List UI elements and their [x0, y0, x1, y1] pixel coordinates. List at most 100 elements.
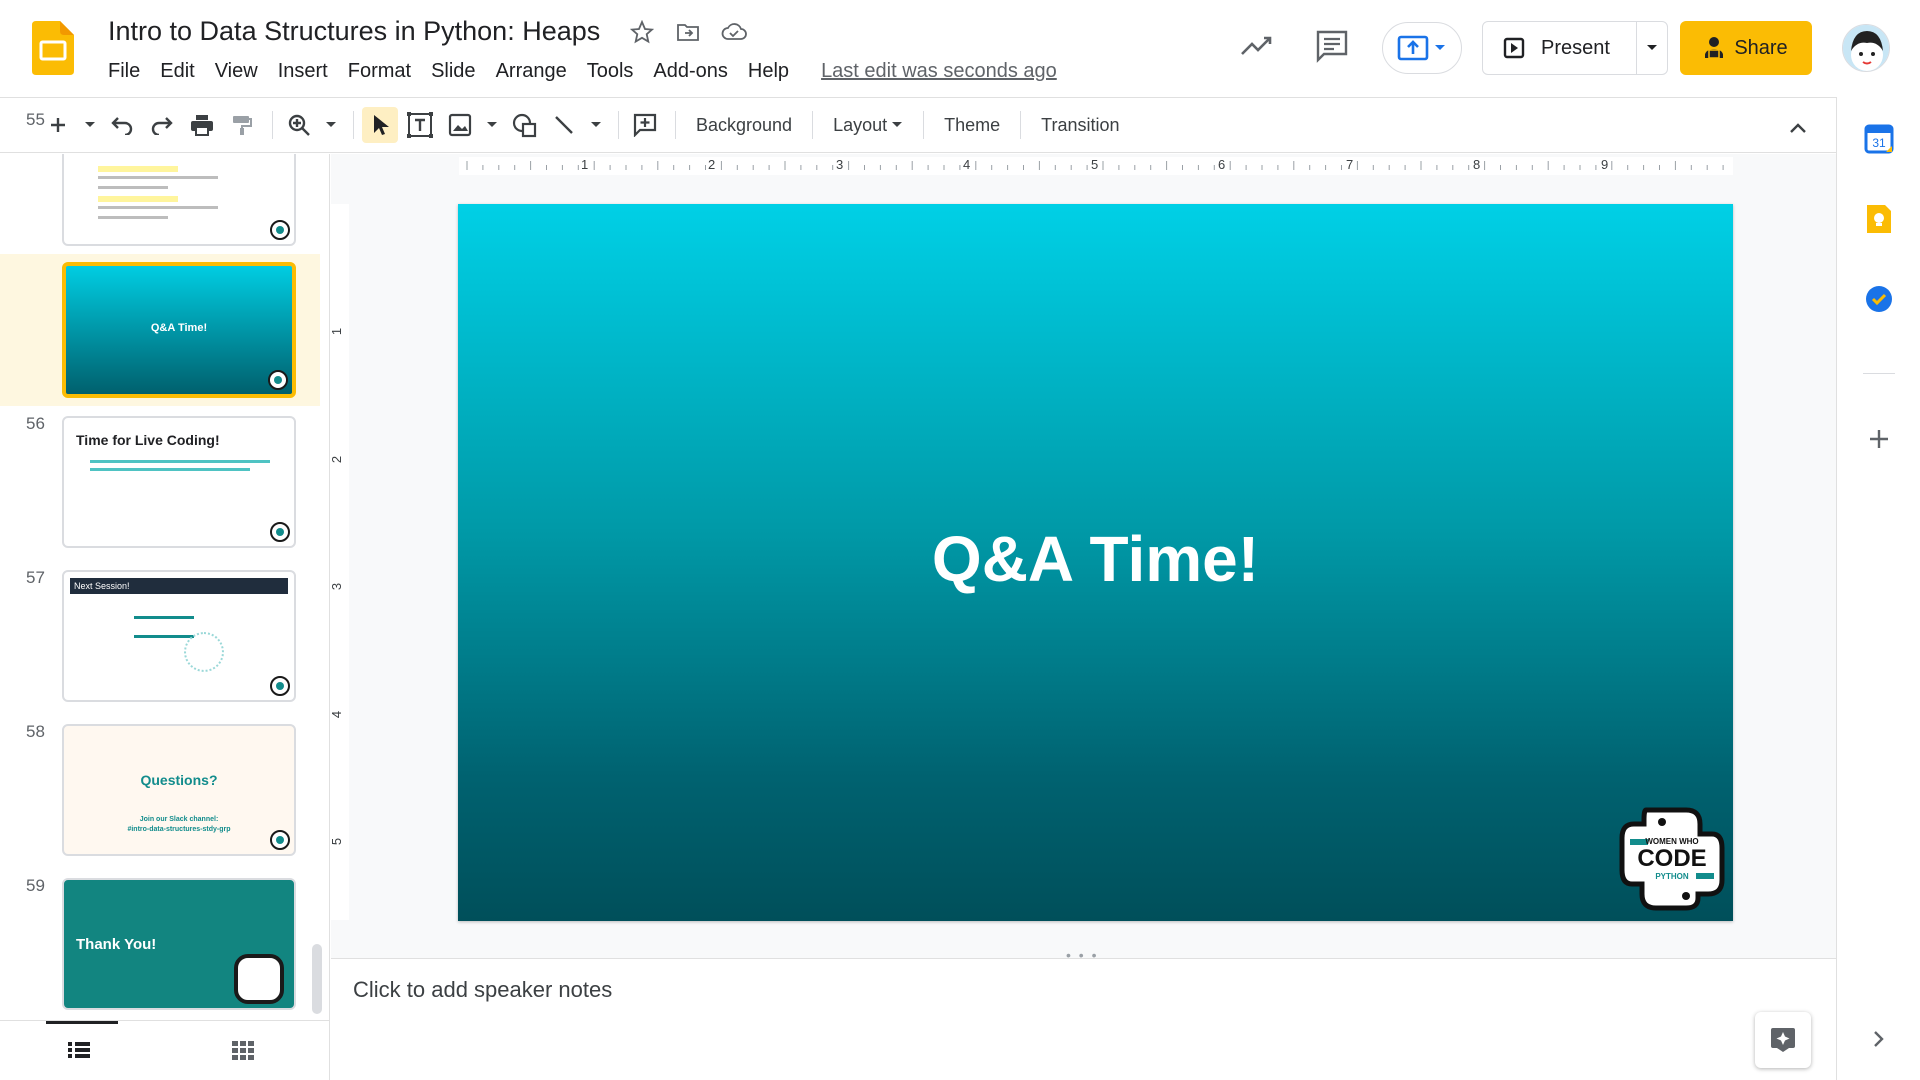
slide-row-56[interactable]: 56 Time for Live Coding! — [0, 408, 320, 558]
filmstrip-view-icon[interactable] — [66, 1039, 92, 1061]
show-side-panel-icon[interactable] — [1863, 1023, 1895, 1055]
toolbar-divider — [812, 111, 814, 139]
transition-button[interactable]: Transition — [1029, 115, 1131, 136]
slide-number: 58 — [26, 722, 45, 741]
menu-add-ons[interactable]: Add-ons — [643, 58, 738, 85]
menu-edit[interactable]: Edit — [150, 58, 204, 85]
chevron-down-icon — [326, 122, 336, 127]
slide-thumbnail-57[interactable]: Next Session! — [62, 570, 296, 702]
speaker-notes-panel[interactable]: • • • Click to add speaker notes — [331, 947, 1836, 1080]
explore-button[interactable] — [1755, 1012, 1811, 1068]
side-panel: 31 — [1836, 97, 1920, 1080]
shape-icon[interactable] — [506, 107, 542, 143]
comment-history-icon[interactable] — [1312, 26, 1352, 66]
present-button[interactable]: Present — [1483, 22, 1638, 74]
ruler-mark: 3 — [329, 582, 345, 591]
calendar-icon[interactable]: 31 — [1863, 123, 1895, 155]
avatar[interactable] — [1842, 24, 1890, 72]
top-bar: Intro to Data Structures in Python: Heap… — [0, 0, 1920, 96]
present-icon — [1503, 37, 1525, 59]
layout-label: Layout — [833, 114, 888, 135]
toolbar: Background Layout Theme Transition — [0, 97, 1836, 153]
new-slide-layout-dropdown[interactable] — [80, 107, 100, 143]
toolbar-divider — [353, 111, 354, 139]
slide-thumbnail-59[interactable]: Thank You! — [62, 878, 296, 1010]
star-icon[interactable] — [628, 18, 656, 46]
notes-resize-handle[interactable]: • • • — [1066, 947, 1098, 963]
vertical-ruler[interactable]: 1 2 3 4 5 — [329, 204, 349, 920]
text-box-icon[interactable] — [402, 107, 438, 143]
move-folder-icon[interactable] — [674, 18, 702, 46]
slide-row-55[interactable]: 55 Q&A Time! — [0, 110, 320, 406]
chevron-down-icon — [487, 122, 497, 127]
grid-view-icon[interactable] — [230, 1039, 256, 1061]
ruler-mark: 4 — [963, 157, 971, 172]
meet-button[interactable] — [1382, 22, 1462, 74]
thumbnail-title: Time for Live Coding! — [76, 432, 220, 448]
menu-arrange[interactable]: Arrange — [486, 58, 577, 85]
zoom-dropdown[interactable] — [321, 107, 341, 143]
slide-number: 59 — [26, 876, 45, 895]
line-dropdown[interactable] — [586, 107, 606, 143]
slide-thumbnail-56[interactable]: Time for Live Coding! — [62, 416, 296, 548]
slide-filmstrip: 55 Q&A Time! 56 Time for Live Coding! 57… — [0, 110, 330, 1020]
slide-row-59[interactable]: 59 Thank You! — [0, 870, 320, 1020]
menu-bar: File Edit View Insert Format Slide Arran… — [98, 58, 1057, 85]
horizontal-ruler[interactable]: 1 2 3 4 5 6 7 8 9 — [459, 157, 1733, 175]
menu-file[interactable]: File — [98, 58, 150, 85]
slide-thumbnail-58[interactable]: Questions? Join our Slack channel: #intr… — [62, 724, 296, 856]
menu-tools[interactable]: Tools — [577, 58, 644, 85]
menu-slide[interactable]: Slide — [421, 58, 485, 85]
document-title[interactable]: Intro to Data Structures in Python: Heap… — [108, 16, 600, 47]
menu-view[interactable]: View — [205, 58, 268, 85]
wwc-logo-icon — [268, 370, 288, 390]
insert-image-icon[interactable] — [442, 107, 478, 143]
chevron-down-icon — [1435, 45, 1445, 50]
present-options-dropdown[interactable] — [1637, 43, 1667, 53]
new-slide-icon[interactable] — [40, 107, 76, 143]
slides-logo-icon[interactable] — [32, 21, 74, 75]
menu-insert[interactable]: Insert — [268, 58, 338, 85]
ruler-mark: 5 — [1091, 157, 1099, 172]
slide-thumbnail-55[interactable]: Q&A Time! — [62, 262, 296, 398]
select-cursor-icon[interactable] — [362, 107, 398, 143]
share-label: Share — [1734, 36, 1788, 59]
filmstrip-scrollbar[interactable] — [312, 944, 322, 1014]
speaker-notes-placeholder[interactable]: Click to add speaker notes — [353, 977, 612, 1003]
background-button[interactable]: Background — [684, 115, 804, 136]
theme-button[interactable]: Theme — [932, 115, 1012, 136]
undo-icon[interactable] — [104, 107, 140, 143]
tasks-icon[interactable] — [1863, 283, 1895, 315]
logo-main-text: CODE — [1637, 845, 1707, 872]
wwc-logo-icon — [270, 676, 290, 696]
menu-format[interactable]: Format — [338, 58, 421, 85]
slide-thumbnail-54[interactable] — [62, 154, 296, 246]
collapse-menus-icon[interactable] — [1780, 110, 1816, 146]
zoom-icon[interactable] — [281, 107, 317, 143]
cloud-saved-icon[interactable] — [720, 18, 748, 46]
slide-canvas[interactable]: Q&A Time! WOMEN WHO CODE PYTHON — [458, 204, 1733, 921]
wwc-python-logo[interactable]: WOMEN WHO CODE PYTHON — [1616, 802, 1728, 914]
layout-button[interactable]: Layout — [821, 115, 915, 136]
print-icon[interactable] — [184, 107, 220, 143]
get-add-ons-icon[interactable] — [1863, 423, 1895, 455]
image-dropdown[interactable] — [482, 107, 502, 143]
last-edit-link[interactable]: Last edit was seconds ago — [821, 60, 1057, 83]
line-icon[interactable] — [546, 107, 582, 143]
present-button-group: Present — [1482, 21, 1668, 75]
thumbnail-channel: #intro-data-structures-stdy-grp — [127, 826, 231, 833]
paint-format-icon[interactable] — [224, 107, 260, 143]
slide-title[interactable]: Q&A Time! — [458, 522, 1733, 596]
slide-row-58[interactable]: 58 Questions? Join our Slack channel: #i… — [0, 716, 320, 866]
activity-dashboard-icon[interactable] — [1236, 26, 1276, 66]
keep-icon[interactable] — [1863, 203, 1895, 235]
menu-help[interactable]: Help — [738, 58, 799, 85]
chevron-down-icon — [85, 122, 95, 127]
present-label: Present — [1541, 36, 1610, 59]
share-button[interactable]: Share — [1680, 21, 1812, 75]
slide-row-57[interactable]: 57 Next Session! — [0, 562, 320, 712]
add-comment-icon[interactable] — [627, 107, 663, 143]
chevron-down-icon — [591, 122, 601, 127]
redo-icon[interactable] — [144, 107, 180, 143]
thumbnail-title: Questions? — [140, 772, 218, 788]
